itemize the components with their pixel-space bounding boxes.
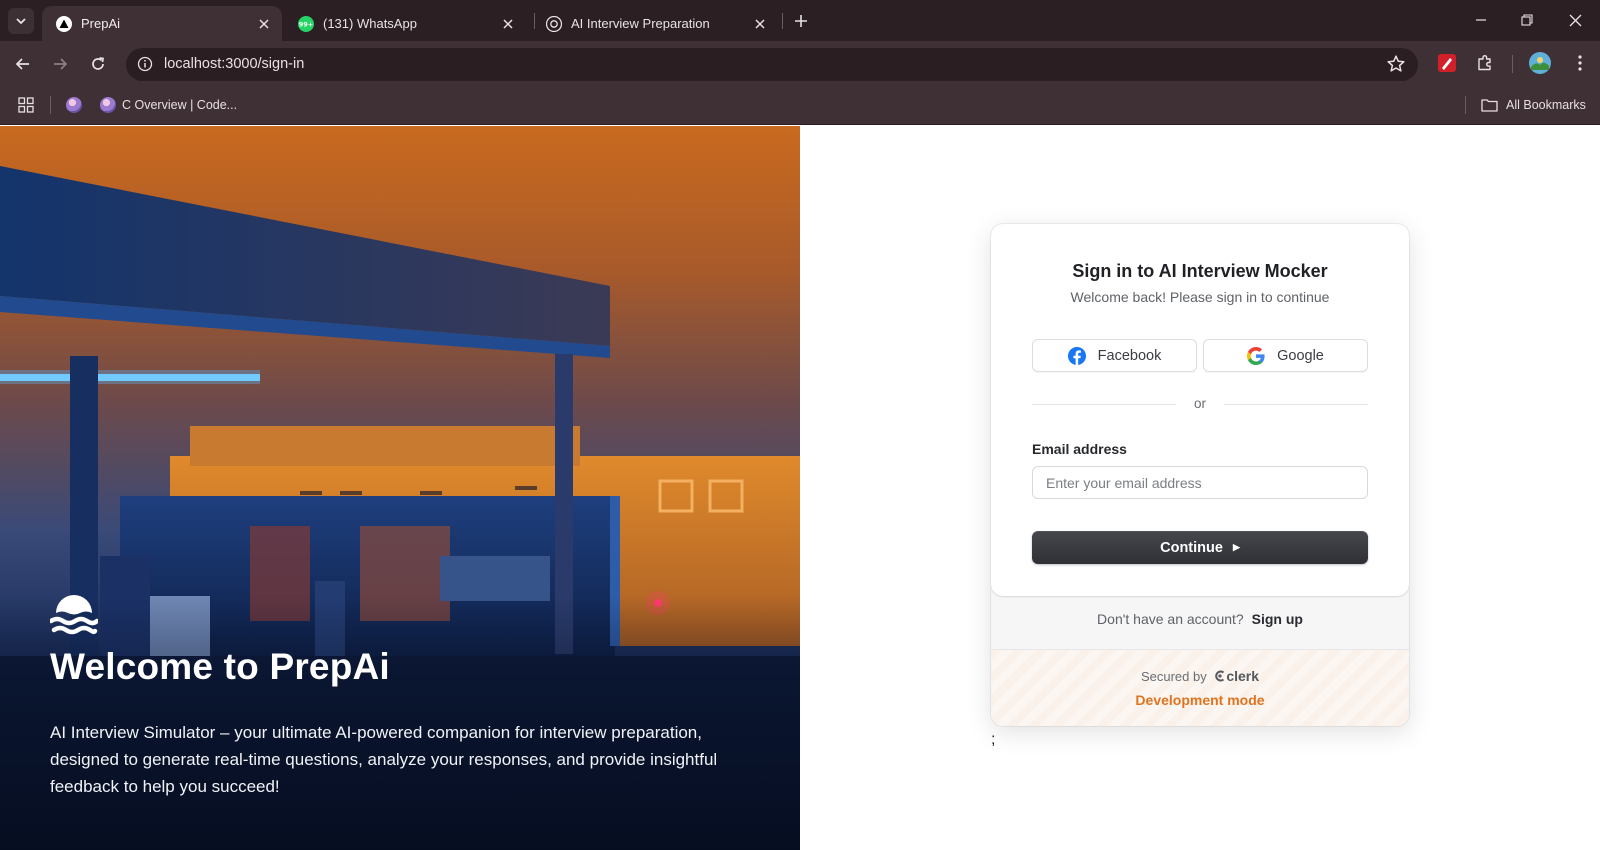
- card-footer: Secured by clerk Development mode: [991, 649, 1409, 726]
- bookmark-divider: [50, 96, 51, 114]
- forward-button[interactable]: [47, 51, 73, 77]
- tab-ai-interview[interactable]: AI Interview Preparation: [532, 6, 778, 41]
- bookmark-item[interactable]: [66, 95, 82, 115]
- waves-icon: [50, 595, 98, 635]
- development-mode-badge: Development mode: [1135, 692, 1265, 708]
- folder-icon: [1481, 99, 1498, 112]
- google-label: Google: [1277, 347, 1324, 364]
- clerk-logo[interactable]: clerk: [1214, 668, 1259, 684]
- minimize-button[interactable]: [1467, 8, 1495, 32]
- close-tab-icon[interactable]: [500, 16, 516, 32]
- facebook-icon: [1067, 346, 1086, 365]
- signup-prompt: Don't have an account?: [1097, 611, 1244, 627]
- sign-in-card-body: Sign in to AI Interview Mocker Welcome b…: [991, 224, 1409, 596]
- reload-icon: [92, 57, 104, 70]
- bookmark-divider: [1465, 96, 1466, 114]
- bookmarks-bar: C Overview | Code... All Bookmarks: [0, 85, 1600, 125]
- caret-right-icon: ▶: [1232, 542, 1240, 552]
- all-bookmarks-label: All Bookmarks: [1506, 98, 1586, 112]
- tab-title: AI Interview Preparation: [571, 16, 710, 31]
- bookmark-favicon-icon: [100, 97, 116, 113]
- arrow-left-icon: [15, 58, 29, 70]
- whatsapp-icon: 99+: [298, 15, 314, 32]
- svg-text:99+: 99+: [299, 20, 314, 28]
- tab-bar: PrepAi 99+ (131) WhatsApp AI Interview P…: [0, 0, 1600, 41]
- sign-in-title: Sign in to AI Interview Mocker: [1072, 261, 1328, 281]
- apps-grid-icon[interactable]: [18, 95, 34, 115]
- openai-icon: [546, 15, 562, 32]
- bookmark-item[interactable]: C Overview | Code...: [100, 95, 237, 115]
- hero-panel: Welcome to PrepAi AI Interview Simulator…: [0, 126, 800, 850]
- toolbar-divider: [1512, 55, 1513, 73]
- divider-line: [1224, 404, 1368, 405]
- bookmark-label: C Overview | Code...: [122, 98, 238, 112]
- google-icon: [1247, 346, 1265, 365]
- extensions-puzzle-icon[interactable]: [1474, 52, 1496, 74]
- address-bar[interactable]: localhost:3000/sign-in: [126, 48, 1418, 81]
- email-label: Email address: [1032, 441, 1127, 457]
- bookmark-star-icon[interactable]: [1386, 54, 1406, 74]
- sign-in-card: Sign in to AI Interview Mocker Welcome b…: [991, 224, 1409, 726]
- tab-separator: [782, 13, 783, 29]
- reload-button[interactable]: [85, 51, 111, 77]
- sign-in-subtitle: Welcome back! Please sign in to continue: [1070, 289, 1330, 305]
- email-field[interactable]: [1032, 466, 1368, 499]
- tab-search-button[interactable]: [8, 8, 34, 34]
- chevron-down-icon: [16, 18, 26, 25]
- bookmark-favicon-icon: [66, 97, 82, 113]
- secured-by: Secured by clerk: [991, 668, 1409, 684]
- stray-text: ;: [991, 731, 996, 748]
- arrow-right-icon: [54, 58, 68, 70]
- browser-menu-icon[interactable]: [1569, 52, 1591, 74]
- hero-description: AI Interview Simulator – your ultimate A…: [50, 723, 718, 796]
- tab-title: (131) WhatsApp: [323, 16, 417, 31]
- profile-avatar[interactable]: [1529, 52, 1551, 74]
- signup-row: Don't have an account? Sign up: [991, 611, 1409, 627]
- close-window-button[interactable]: [1561, 8, 1589, 32]
- tab-prepai[interactable]: PrepAi: [42, 6, 282, 41]
- back-button[interactable]: [10, 51, 36, 77]
- browser-toolbar: localhost:3000/sign-in: [0, 41, 1600, 85]
- minimize-icon: [1476, 19, 1486, 21]
- facebook-label: Facebook: [1097, 347, 1162, 364]
- continue-label: Continue: [1160, 539, 1223, 556]
- sign-up-link[interactable]: Sign up: [1252, 611, 1303, 627]
- google-button[interactable]: Google: [1203, 339, 1368, 372]
- restore-button[interactable]: [1513, 8, 1541, 32]
- secured-by-text: Secured by: [1140, 669, 1207, 684]
- plus-icon: [795, 15, 807, 27]
- clerk-icon: [1215, 670, 1225, 682]
- close-tab-icon[interactable]: [256, 16, 272, 32]
- facebook-button[interactable]: Facebook: [1032, 339, 1197, 372]
- extension-pen-icon[interactable]: [1436, 52, 1458, 74]
- tab-title: PrepAi: [81, 16, 121, 31]
- all-bookmarks-button[interactable]: All Bookmarks: [1481, 95, 1586, 115]
- hero-title: Welcome to PrepAi: [50, 646, 390, 687]
- close-tab-icon[interactable]: [752, 16, 768, 32]
- close-icon: [1569, 14, 1581, 26]
- prepai-favicon-icon: [56, 15, 72, 32]
- tab-whatsapp[interactable]: 99+ (131) WhatsApp: [284, 6, 526, 41]
- new-tab-button[interactable]: [790, 10, 812, 32]
- restore-icon: [1521, 14, 1533, 26]
- clerk-brand: clerk: [1226, 668, 1260, 684]
- url-text: localhost:3000/sign-in: [164, 56, 305, 72]
- continue-button[interactable]: Continue ▶: [1032, 531, 1368, 564]
- site-info-icon[interactable]: [134, 53, 156, 75]
